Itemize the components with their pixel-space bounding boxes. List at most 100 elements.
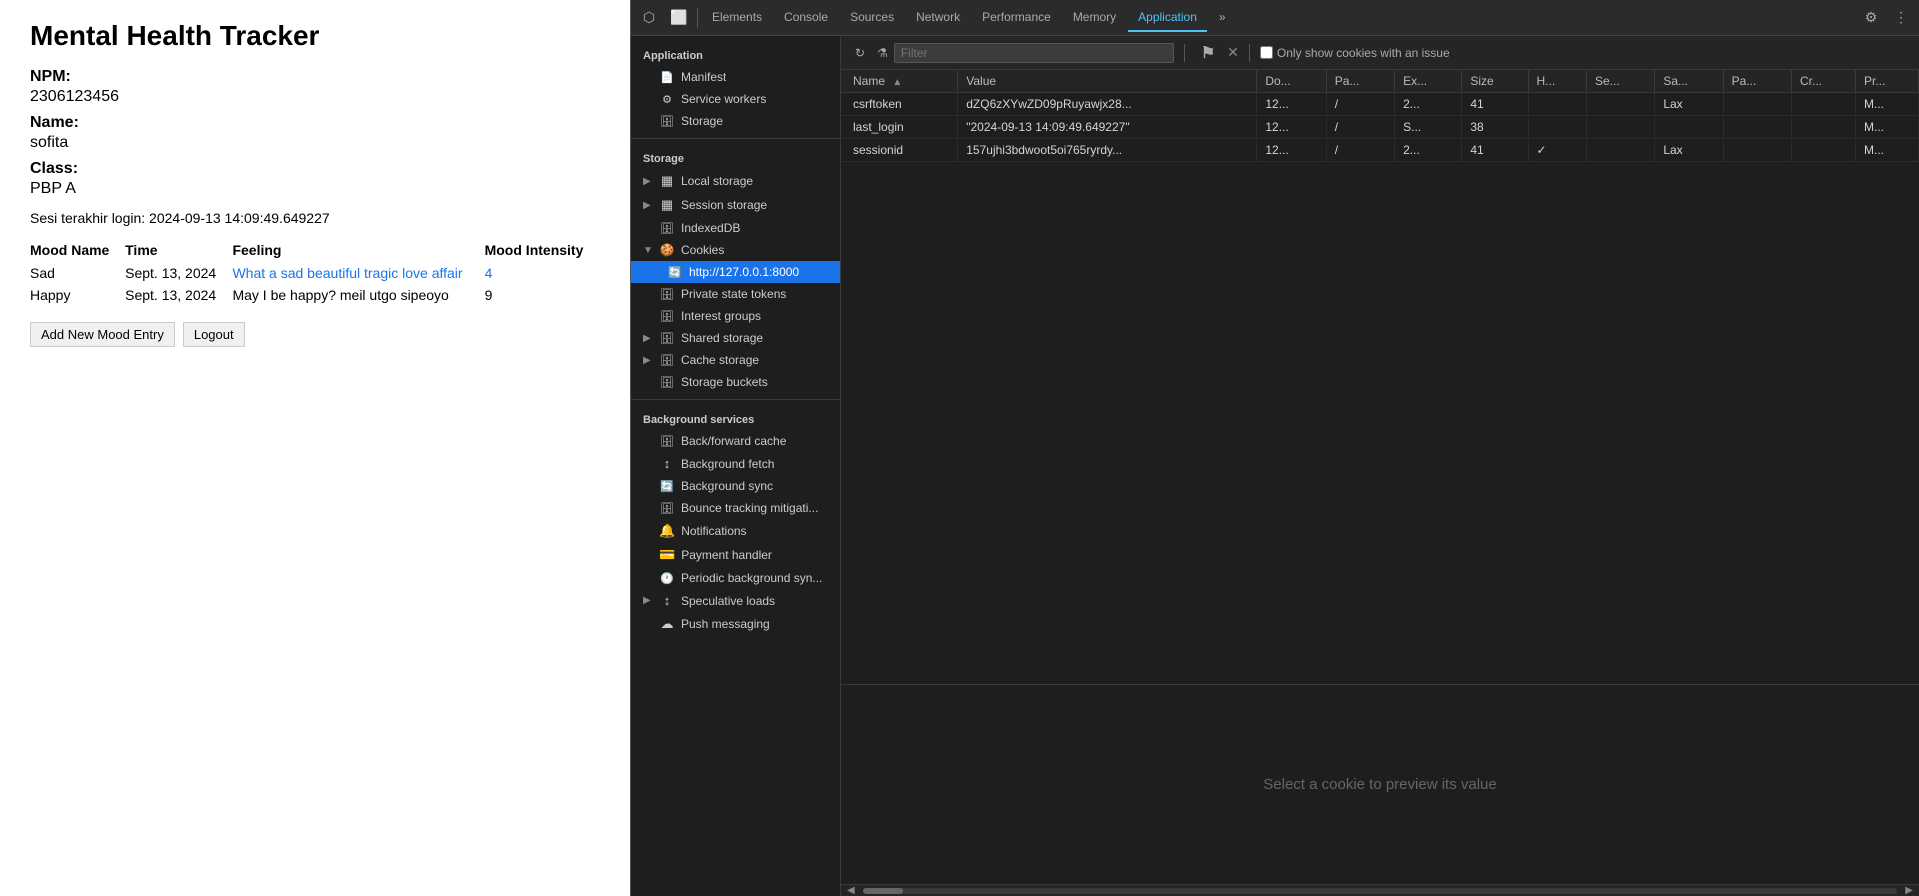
sidebar-item-shared-storage[interactable]: ▶ 🗄 Shared storage (631, 327, 840, 349)
more-options-icon[interactable]: ⋮ (1887, 4, 1915, 32)
col-header-size[interactable]: Size (1462, 70, 1528, 93)
table-row[interactable]: sessionid157ujhi3bdwoot5oi765ryrdy...12.… (841, 139, 1919, 162)
refresh-button[interactable]: ↻ (849, 44, 871, 62)
col-header-samesite[interactable]: Sa... (1655, 70, 1723, 93)
sidebar-item-bg-fetch[interactable]: ↕ Background fetch (631, 452, 840, 475)
tab-more[interactable]: » (1209, 4, 1236, 32)
col-header-priority[interactable]: Pr... (1855, 70, 1918, 93)
sidebar-item-storage-main-label: Storage (681, 114, 723, 128)
filter-input[interactable] (894, 43, 1174, 63)
cookie-cell (1723, 116, 1791, 139)
filter-clear-btn[interactable]: ⚑ (1195, 41, 1221, 65)
col-header-name[interactable]: Name ▲ (841, 70, 958, 93)
tab-console[interactable]: Console (774, 4, 838, 32)
tab-network[interactable]: Network (906, 4, 970, 32)
col-header-httponly[interactable]: H... (1528, 70, 1586, 93)
mood-intensity-cell: 9 (485, 284, 600, 306)
sidebar-item-cache-storage-label: Cache storage (681, 353, 759, 367)
cookie-cell: last_login (841, 116, 958, 139)
mood-feeling-cell[interactable]: What a sad beautiful tragic love affair (232, 262, 484, 284)
cookie-cell: ✓ (1528, 139, 1586, 162)
sidebar-item-payment-handler[interactable]: 💳 Payment handler (631, 543, 840, 567)
tab-application[interactable]: Application (1128, 4, 1207, 32)
storage-buckets-icon: 🗄 (659, 376, 675, 389)
sidebar-item-private-state[interactable]: 🗄 Private state tokens (631, 283, 840, 305)
sidebar-item-cookies-url-label: http://127.0.0.1:8000 (689, 265, 799, 279)
settings-icon[interactable]: ⚙ (1857, 4, 1885, 32)
sidebar-item-manifest-label: Manifest (681, 70, 726, 84)
push-messaging-icon: ☁ (659, 616, 675, 632)
tab-sources[interactable]: Sources (840, 4, 904, 32)
cookie-cell: 41 (1462, 93, 1528, 116)
sidebar-item-service-workers[interactable]: ⚙ Service workers (631, 88, 840, 110)
col-header-expires[interactable]: Ex... (1395, 70, 1462, 93)
sidebar-item-speculative-loads[interactable]: ▶ ↕ Speculative loads (631, 589, 840, 612)
cookie-cell: csrftoken (841, 93, 958, 116)
sidebar-item-cookies[interactable]: ▼ 🍪 Cookies (631, 239, 840, 261)
speculative-loads-toggle[interactable]: ▶ (643, 595, 653, 606)
session-storage-toggle[interactable]: ▶ (643, 200, 653, 211)
cookie-cell: S... (1395, 116, 1462, 139)
col-header-secure[interactable]: Se... (1586, 70, 1654, 93)
sidebar-item-cookies-url[interactable]: 🔄 http://127.0.0.1:8000 (631, 261, 840, 283)
devtools-picker-icon[interactable]: ⬡ (635, 4, 663, 32)
mood-name-cell: Happy (30, 284, 125, 306)
sidebar-item-bounce-tracking[interactable]: 🗄 Bounce tracking mitigati... (631, 497, 840, 519)
logout-button[interactable]: Logout (183, 322, 245, 347)
hscroll-track[interactable] (863, 888, 1898, 894)
sidebar-item-session-storage[interactable]: ▶ ▦ Session storage (631, 193, 840, 217)
cache-storage-toggle[interactable]: ▶ (643, 355, 653, 366)
horizontal-scrollbar[interactable]: ◀ ▶ (841, 884, 1919, 896)
sidebar-item-cache-storage[interactable]: ▶ 🗄 Cache storage (631, 349, 840, 371)
hscroll-thumb (863, 888, 903, 894)
sidebar-item-periodic-bg-sync[interactable]: 🕐 Periodic background syn... (631, 567, 840, 589)
col-header-cross[interactable]: Cr... (1792, 70, 1856, 93)
table-row[interactable]: last_login"2024-09-13 14:09:49.649227"12… (841, 116, 1919, 139)
devtools-body: Application 📄 Manifest ⚙ Service workers… (631, 36, 1919, 896)
mood-table: Mood Name Time Feeling Mood Intensity Sa… (30, 238, 600, 306)
show-issues-filter[interactable]: Only show cookies with an issue (1260, 46, 1450, 60)
class-value: PBP A (30, 180, 600, 198)
local-storage-toggle[interactable]: ▶ (643, 176, 653, 187)
add-mood-button[interactable]: Add New Mood Entry (30, 322, 175, 347)
hscroll-right-btn[interactable]: ▶ (1901, 885, 1917, 896)
col-header-domain[interactable]: Do... (1257, 70, 1326, 93)
sidebar-item-shared-storage-label: Shared storage (681, 331, 763, 345)
cookie-cell (1586, 93, 1654, 116)
app-title: Mental Health Tracker (30, 20, 600, 52)
cookie-cell: M... (1855, 139, 1918, 162)
col-header-path[interactable]: Pa... (1326, 70, 1394, 93)
filter-close-icon[interactable]: ✕ (1227, 44, 1239, 61)
col-header-sameparty[interactable]: Pa... (1723, 70, 1791, 93)
sidebar-item-notifications-label: Notifications (681, 524, 746, 538)
cookie-cell: 2... (1395, 139, 1462, 162)
cookie-preview: Select a cookie to preview its value (841, 684, 1919, 884)
manifest-icon: 📄 (659, 71, 675, 84)
sidebar-item-notifications[interactable]: 🔔 Notifications (631, 519, 840, 543)
tab-performance[interactable]: Performance (972, 4, 1061, 32)
table-row[interactable]: csrftokendZQ6zXYwZD09pRuyawjx28...12.../… (841, 93, 1919, 116)
cookie-cell: 41 (1462, 139, 1528, 162)
cookie-cell (1528, 93, 1586, 116)
devtools-device-icon[interactable]: ⬜ (665, 4, 693, 32)
mood-feeling-link[interactable]: What a sad beautiful tragic love affair (232, 265, 462, 281)
tab-elements[interactable]: Elements (702, 4, 772, 32)
sidebar-item-indexeddb[interactable]: 🗄 IndexedDB (631, 217, 840, 239)
sidebar-item-bg-sync[interactable]: 🔄 Background sync (631, 475, 840, 497)
cookies-url-icon: 🔄 (667, 266, 683, 279)
sidebar-item-local-storage[interactable]: ▶ ▦ Local storage (631, 169, 840, 193)
sidebar-item-manifest[interactable]: 📄 Manifest (631, 66, 840, 88)
sidebar-item-push-messaging[interactable]: ☁ Push messaging (631, 612, 840, 636)
col-time: Time (125, 238, 232, 262)
cookies-toggle[interactable]: ▼ (643, 245, 653, 256)
col-header-value[interactable]: Value (958, 70, 1257, 93)
sidebar-item-storage-buckets[interactable]: 🗄 Storage buckets (631, 371, 840, 393)
hscroll-left-btn[interactable]: ◀ (843, 885, 859, 896)
sidebar-item-storage-main[interactable]: 🗄 Storage (631, 110, 840, 132)
sidebar-item-back-forward[interactable]: 🗄 Back/forward cache (631, 430, 840, 452)
sidebar-item-interest-groups[interactable]: 🗄 Interest groups (631, 305, 840, 327)
shared-storage-toggle[interactable]: ▶ (643, 333, 653, 344)
show-issues-checkbox[interactable] (1260, 46, 1273, 59)
show-issues-label: Only show cookies with an issue (1277, 46, 1450, 60)
tab-memory[interactable]: Memory (1063, 4, 1126, 32)
